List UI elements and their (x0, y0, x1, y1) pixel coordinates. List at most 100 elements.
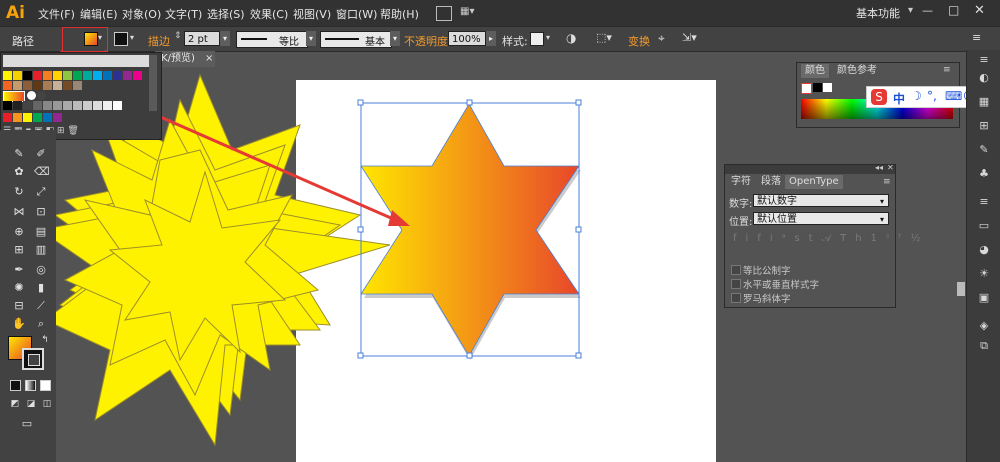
swatch-gray-5[interactable] (103, 101, 112, 110)
gradient-tool-icon[interactable]: ▥ (34, 244, 48, 256)
swatch-red[interactable] (33, 71, 42, 80)
appearance-icon[interactable]: ☀ (977, 268, 991, 280)
color-guide-icon[interactable]: ▦ (977, 96, 991, 108)
swatch-group-blue[interactable] (43, 113, 52, 122)
swatch-cyan[interactable] (93, 71, 102, 80)
collapse-panel-icon[interactable]: ◂◂ (875, 163, 883, 172)
close-panel-icon[interactable]: ✕ (887, 163, 894, 172)
artboard-tool-icon[interactable]: ⊟ (12, 300, 26, 312)
eraser-tool-icon[interactable]: ⌫ (34, 166, 50, 178)
swatch-gray-100[interactable] (3, 101, 12, 110)
color-mode-icon[interactable] (10, 380, 21, 391)
tab-color[interactable]: 颜色 (801, 64, 829, 78)
shape-builder-icon[interactable]: ⊕ (12, 226, 26, 238)
swatch-gold[interactable] (13, 71, 22, 80)
symbols-icon[interactable]: ♣ (977, 168, 991, 180)
proportional-lining-checkbox[interactable] (731, 265, 741, 275)
swatch-gray-70[interactable] (33, 101, 42, 110)
swatch-taupe[interactable] (73, 81, 82, 90)
punctuation-icon[interactable]: °, (927, 89, 937, 103)
swatch-lime[interactable] (63, 71, 72, 80)
moon-icon[interactable]: ☽ (911, 89, 922, 103)
graphic-styles-icon[interactable]: ▣ (977, 292, 991, 304)
swatch-magenta[interactable] (133, 71, 142, 80)
opentype-feature-icons[interactable]: fifiᵃst𝒜Th1ˢᵗ½ (733, 233, 920, 247)
color-white-swatch[interactable] (823, 83, 832, 92)
scale-tool-icon[interactable]: ⤢ (34, 186, 48, 198)
blend-tool-icon[interactable]: ◎ (34, 264, 48, 276)
swatch-popup[interactable]: ☰ ▦ ▪ ▣ ◧ ⊞ 🗑 (0, 52, 162, 140)
swatch-purple[interactable] (123, 71, 132, 80)
dock-scrollbar-thumb[interactable] (957, 282, 965, 296)
color-none-swatch[interactable] (801, 83, 812, 94)
draw-normal-icon[interactable]: ◩ (8, 398, 22, 410)
brushes-icon[interactable]: ✎ (977, 144, 991, 156)
swatch-group-red[interactable] (3, 113, 12, 122)
perspective-grid-icon[interactable]: ▤ (34, 226, 48, 238)
layers-icon[interactable]: ◈ (977, 320, 991, 332)
swatch-amber[interactable] (53, 71, 62, 80)
swatch-white[interactable] (113, 101, 122, 110)
column-graph-icon[interactable]: ▮ (34, 282, 48, 294)
swap-fill-stroke-icon[interactable]: ↰ (38, 334, 52, 346)
number-select[interactable]: 默认数字 ▾ (753, 194, 889, 207)
ime-mode[interactable]: 中 (893, 90, 905, 107)
swatch-blue[interactable] (103, 71, 112, 80)
swatch-dark-brown[interactable] (33, 81, 42, 90)
mesh-tool-icon[interactable]: ⊞ (12, 244, 26, 256)
swatch-brown[interactable] (23, 81, 32, 90)
draw-inside-icon[interactable]: ◫ (40, 398, 54, 410)
transparency-icon[interactable]: ◕ (977, 244, 991, 256)
swatch-green[interactable] (73, 71, 82, 80)
swatch-tan[interactable] (13, 81, 22, 90)
panel-menu-icon[interactable]: ≡ (943, 65, 951, 75)
swatch-umber[interactable] (63, 81, 72, 90)
panel-header[interactable]: ◂◂ ✕ (725, 163, 895, 174)
swatch-gray-30[interactable] (73, 101, 82, 110)
swatch-teal[interactable] (83, 71, 92, 80)
eyedropper-icon[interactable]: ✒ (12, 264, 26, 276)
swatch-group-purple[interactable] (53, 113, 62, 122)
symbol-sprayer-icon[interactable]: ✺ (12, 282, 26, 294)
swatch-yellow[interactable] (3, 71, 12, 80)
swatch-black[interactable] (23, 71, 32, 80)
swatches-icon[interactable]: ⊞ (977, 120, 991, 132)
slice-tool-icon[interactable]: ⟋ (34, 300, 48, 312)
tab-color-guide[interactable]: 颜色参考 (833, 64, 881, 78)
swatch-group-green[interactable] (33, 113, 42, 122)
artboards-icon[interactable]: ⧉ (977, 340, 991, 352)
swatch-gray-80[interactable] (23, 101, 32, 110)
hand-tool-icon[interactable]: ✋ (12, 318, 26, 330)
swatch-gray-50[interactable] (53, 101, 62, 110)
rotate-tool-icon[interactable]: ↻ (12, 186, 26, 198)
horizontal-vertical-checkbox[interactable] (731, 279, 741, 289)
tab-character[interactable]: 字符 (727, 175, 755, 189)
swatch-orange[interactable] (43, 71, 52, 80)
stroke-panel-icon[interactable]: ≡ (977, 196, 991, 208)
stroke-color-box[interactable] (22, 348, 44, 370)
swatch-gray-10[interactable] (93, 101, 102, 110)
swatch-navy[interactable] (113, 71, 122, 80)
dock-menu-icon[interactable]: ≡ (977, 54, 991, 66)
swatch-gray-90[interactable] (13, 101, 22, 110)
swatch-gray-20[interactable] (83, 101, 92, 110)
free-transform-icon[interactable]: ⊡ (34, 206, 48, 218)
swatch-scrollbar[interactable] (149, 55, 157, 111)
zoom-tool-icon[interactable]: ⌕ (34, 318, 48, 330)
gradient-panel-icon[interactable]: ▭ (977, 220, 991, 232)
draw-behind-icon[interactable]: ◪ (24, 398, 38, 410)
swatch-radial-white[interactable] (27, 91, 36, 100)
swatch-group-yellow[interactable] (23, 113, 32, 122)
swatch-beige[interactable] (53, 81, 62, 90)
swatch-gray-60[interactable] (43, 101, 52, 110)
opentype-panel[interactable]: ◂◂ ✕ 字符 段落 OpenType ≡ 数字: 默认数字 ▾ 位置: 默认位… (724, 163, 920, 308)
tab-paragraph[interactable]: 段落 (757, 175, 785, 189)
swatch-light-brown[interactable] (43, 81, 52, 90)
swatch-group-orange[interactable] (13, 113, 22, 122)
pencil-tool-icon[interactable]: ✐ (34, 148, 48, 160)
tab-opentype[interactable]: OpenType (785, 175, 843, 189)
color-panel-icon[interactable]: ◐ (977, 72, 991, 84)
color-black-swatch[interactable] (813, 83, 822, 92)
blob-brush-icon[interactable]: ✿ (12, 166, 26, 178)
screen-mode-icon[interactable]: ▭ (20, 418, 34, 430)
